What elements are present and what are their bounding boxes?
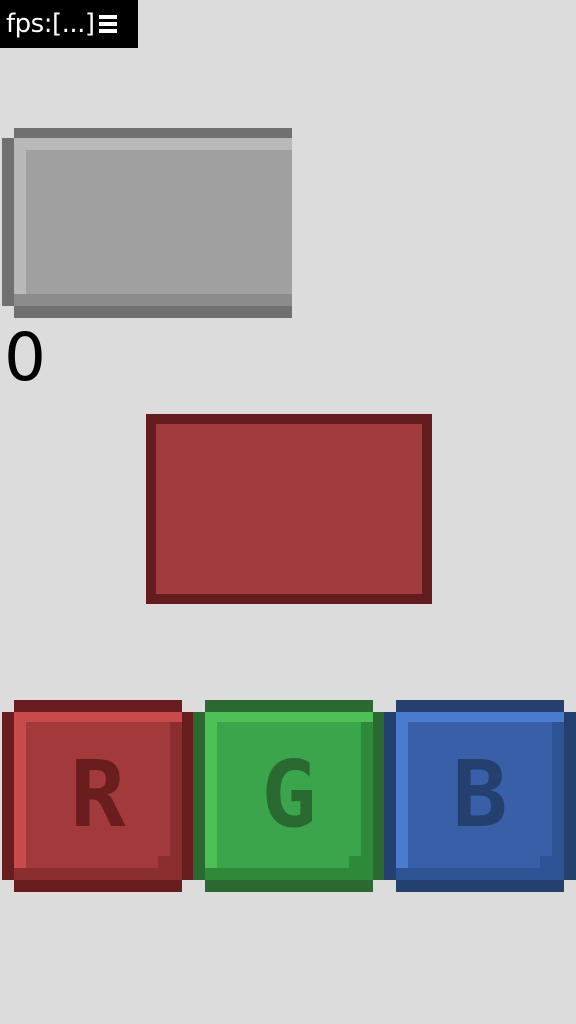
red-button[interactable]: R	[2, 700, 194, 892]
fps-counter: fps:[...]	[0, 0, 138, 48]
fps-label: fps:[...]	[6, 9, 95, 39]
hamburger-menu-icon[interactable]	[98, 15, 117, 33]
red-button-label: R	[70, 741, 126, 848]
blue-button[interactable]: B	[384, 700, 576, 892]
target-color-swatch	[2, 128, 292, 318]
score-counter: 0	[4, 319, 46, 396]
blue-button-label: B	[452, 741, 508, 848]
green-button[interactable]: G	[193, 700, 385, 892]
current-color-swatch	[146, 414, 432, 604]
green-button-label: G	[261, 741, 317, 848]
